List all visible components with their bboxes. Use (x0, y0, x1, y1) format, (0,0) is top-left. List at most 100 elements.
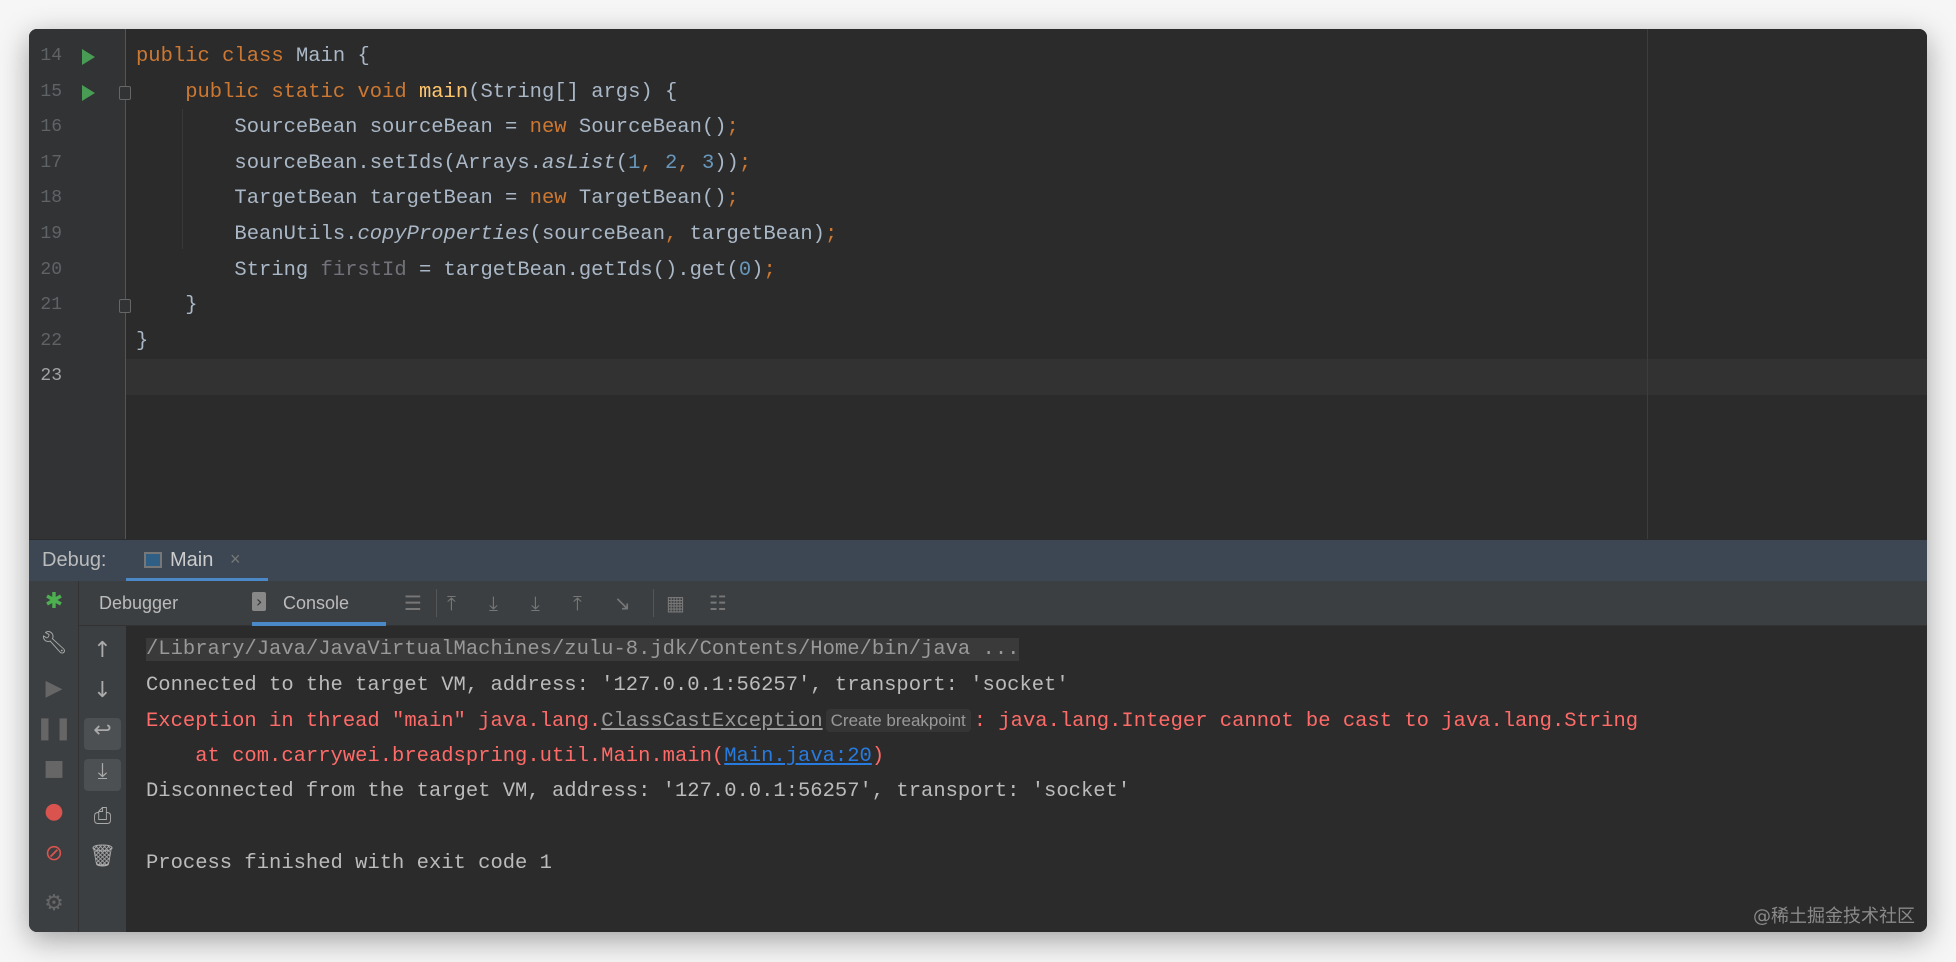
console-line: Exception in thread "main" java.lang.Cla… (146, 703, 1638, 739)
console-text: Exception in thread "main" java.lang. (146, 710, 601, 733)
console-text: Connected to the target VM, address: '12… (146, 674, 1069, 697)
line-number: 20 (29, 260, 62, 280)
code-editor[interactable]: 14 public class Main { 15 public static vo… (29, 29, 1927, 539)
step-over-icon[interactable]: ⤓ (489, 591, 498, 615)
pause-icon[interactable]: ❚❚ (29, 716, 79, 741)
fold-icon[interactable] (119, 299, 131, 313)
menu-icon[interactable]: ☰ (404, 591, 422, 615)
run-to-cursor-icon[interactable]: ↘ (614, 591, 631, 615)
code-token: } (136, 330, 148, 353)
resume-icon[interactable]: ▶ (29, 676, 79, 701)
code-token: , (677, 152, 702, 175)
code-token: Main { (296, 45, 370, 68)
code-token: ; (825, 223, 837, 246)
create-breakpoint-button[interactable]: Create breakpoint (826, 709, 971, 732)
trace-icon[interactable]: ☷ (709, 591, 727, 615)
settings-icon[interactable]: ⚙ (29, 891, 79, 916)
code-token: TargetBean targetBean = (136, 187, 530, 210)
run-gutter-icon[interactable] (82, 85, 95, 101)
editor-gutter (29, 29, 126, 539)
code-token: 3 (702, 152, 714, 175)
arrow-down-icon[interactable]: ↓ (79, 678, 126, 703)
code-line: String firstId = targetBean.getIds().get… (136, 253, 776, 289)
line-number: 17 (29, 153, 62, 173)
code-token: )) (714, 152, 739, 175)
code-line: TargetBean targetBean = new TargetBean()… (136, 181, 739, 217)
code-line: } (136, 324, 148, 360)
code-token: asList (542, 152, 616, 175)
code-token: firstId (321, 259, 407, 282)
print-icon[interactable]: ⎙ (79, 804, 126, 829)
console-output[interactable]: /Library/Java/JavaVirtualMachines/zulu-8… (126, 626, 1927, 932)
code-token: BeanUtils. (136, 223, 357, 246)
console-line: Connected to the target VM, address: '12… (146, 668, 1069, 704)
code-token: ( (616, 152, 628, 175)
debug-actions-strip: ✱ 🔧︎ ▶ ❚❚ ■ ● ⊘ ⚙ (29, 581, 79, 932)
code-token: 2 (665, 152, 677, 175)
code-token: new (530, 116, 579, 139)
line-number: 15 (29, 82, 62, 102)
stop-icon[interactable]: ■ (29, 756, 79, 781)
code-token: String (136, 259, 321, 282)
code-line: } (136, 288, 198, 324)
code-token: ; (727, 187, 739, 210)
view-breakpoints-icon[interactable]: ● (29, 799, 79, 824)
debug-label: Debug: (42, 549, 107, 572)
code-token: 1 (628, 152, 640, 175)
code-token: public static void (136, 81, 419, 104)
console-text: at com.carrywei.breadspring.util.Main.ma… (146, 745, 724, 768)
source-link[interactable]: Main.java:20 (724, 745, 872, 768)
debug-tool-window-header: Debug: Main × (29, 539, 1927, 581)
code-token: , (640, 152, 665, 175)
code-token: } (136, 294, 198, 317)
arrow-up-icon[interactable]: ↑ (79, 638, 126, 663)
line-number: 14 (29, 46, 62, 66)
console-line: Disconnected from the target VM, address… (146, 774, 1130, 810)
tab-main-label: Main (170, 549, 213, 572)
code-token: copyProperties (357, 223, 529, 246)
console-line: /Library/Java/JavaVirtualMachines/zulu-8… (146, 632, 1019, 668)
line-number: 19 (29, 224, 62, 244)
show-execution-point-icon[interactable]: ⤒ (447, 591, 456, 615)
close-icon[interactable]: × (230, 549, 241, 570)
code-line: sourceBean.setIds(Arrays.asList(1, 2, 3)… (136, 146, 751, 182)
wrench-icon[interactable]: 🔧︎ (29, 631, 79, 656)
evaluate-expression-icon[interactable]: ▦ (666, 591, 685, 615)
toolbar-separator (436, 589, 437, 617)
bug-icon[interactable]: ✱ (29, 589, 79, 614)
tab-debugger[interactable]: Debugger (99, 593, 178, 614)
code-line: public class Main { (136, 39, 370, 75)
code-token: targetBean) (690, 223, 825, 246)
code-token: public class (136, 45, 296, 68)
code-token: ; (727, 116, 739, 139)
console-icon: › (252, 592, 266, 611)
code-token: sourceBean.setIds(Arrays. (136, 152, 542, 175)
console-text: /Library/Java/JavaVirtualMachines/zulu-8… (146, 638, 1019, 661)
code-token: new (530, 187, 579, 210)
tab-main-session[interactable]: Main × (126, 540, 268, 582)
session-icon (144, 552, 162, 568)
console-line: Process finished with exit code 1 (146, 846, 552, 882)
run-gutter-icon[interactable] (82, 49, 95, 65)
soft-wrap-icon: ↩ (79, 718, 126, 743)
code-token: , (665, 223, 690, 246)
step-into-icon[interactable]: ⤓ (531, 591, 540, 615)
code-token: ; (739, 152, 751, 175)
exception-class-link[interactable]: ClassCastException (601, 710, 822, 733)
code-token: = targetBean.getIds().get( (407, 259, 739, 282)
watermark: @稀土掘金技术社区 (1753, 902, 1915, 928)
mute-breakpoints-icon[interactable]: ⊘ (29, 841, 79, 866)
console-text: ) (872, 745, 884, 768)
ide-window: 14 public class Main { 15 public static vo… (29, 29, 1927, 932)
code-token: ) (751, 259, 763, 282)
line-number: 18 (29, 188, 62, 208)
toolbar-separator (653, 589, 654, 617)
code-token: TargetBean() (579, 187, 727, 210)
trash-icon[interactable]: 🗑︎ (79, 844, 126, 869)
tab-console[interactable]: Console (283, 593, 349, 614)
line-number: 22 (29, 331, 62, 351)
line-number: 23 (29, 366, 62, 386)
fold-icon[interactable] (119, 86, 131, 100)
line-number: 21 (29, 295, 62, 315)
step-out-icon[interactable]: ⤒ (573, 591, 582, 615)
